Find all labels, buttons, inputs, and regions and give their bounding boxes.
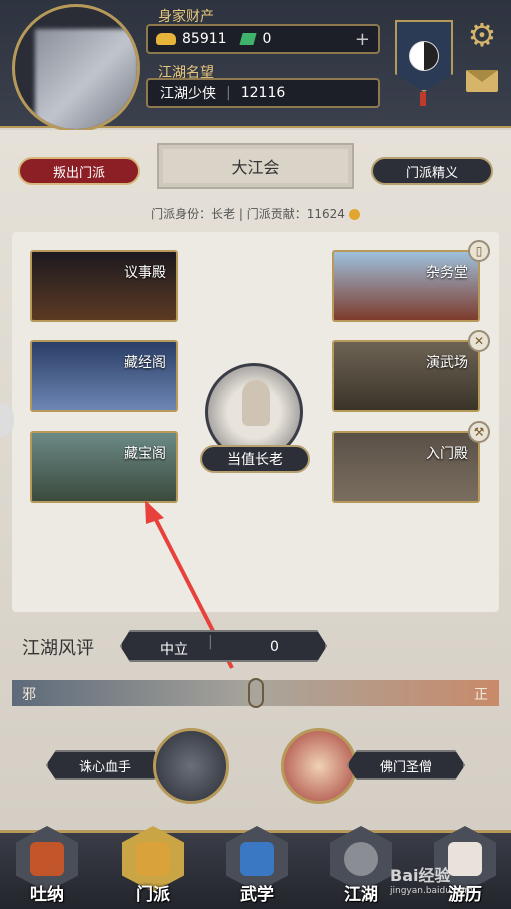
npc-monk-button[interactable]: 佛门圣僧 [347,750,465,780]
reputation-label: 江湖风评 [22,638,94,659]
nav-martial-arts[interactable]: 武学 [220,810,294,909]
npc-evil-portrait[interactable] [153,728,229,804]
globe-icon [344,842,378,876]
nav-label: 江湖 [344,885,378,905]
divider: | [208,634,213,650]
watermark-sub: jingyan.baidu.com [390,886,474,896]
watermark: Bai经验 jingyan.baidu.com [390,862,473,896]
nav-sect[interactable]: 门派 [116,810,190,909]
evil-label: 邪 [22,687,36,703]
nav-label: 武学 [240,885,274,905]
nav-breathing[interactable]: 吐纳 [10,810,84,909]
nav-label: 吐纳 [30,885,64,905]
nav-label: 门派 [136,885,170,905]
reputation-box: 中立 | 0 [120,630,327,662]
reputation-marker [248,678,264,708]
watermark-main: Bai经验 [390,866,451,885]
sect-flag-icon [136,842,170,876]
npc-evil-button[interactable]: 诛心血手 [46,750,164,780]
righteous-label: 正 [474,687,488,703]
book-icon [240,842,274,876]
reputation-status: 中立 [160,642,188,658]
reputation-value: 0 [270,639,279,655]
arrow-head [145,500,164,524]
nav-jianghu[interactable]: 江湖 [324,810,398,909]
npc-monk-portrait[interactable] [281,728,357,804]
meditation-icon [30,842,64,876]
